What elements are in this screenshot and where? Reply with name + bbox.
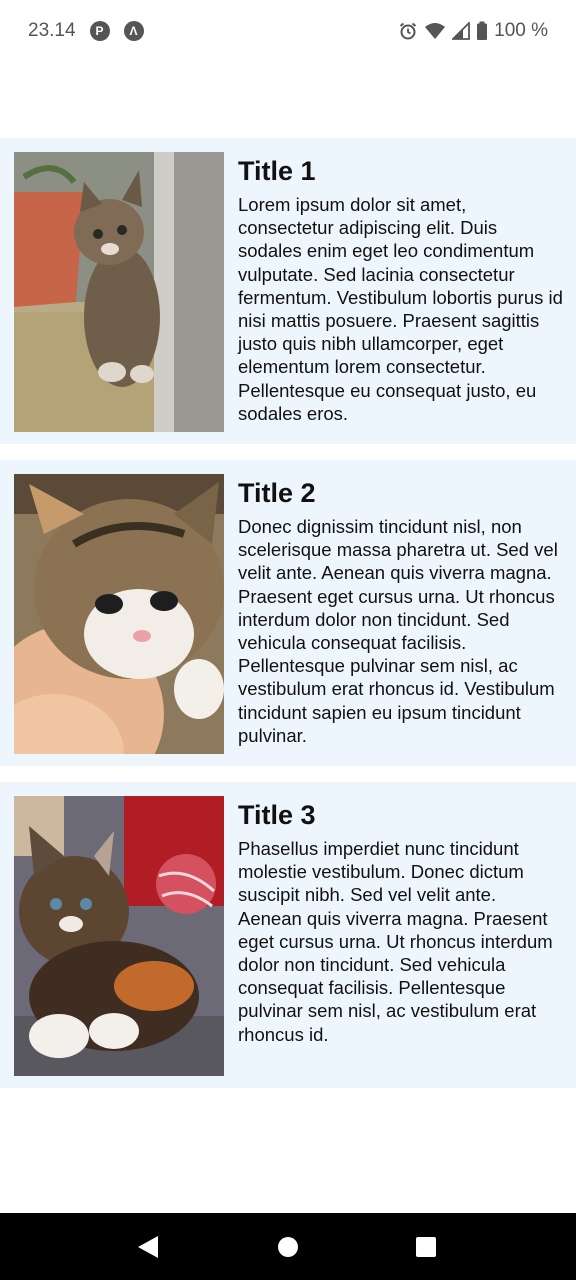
- kitten-photo: [14, 796, 224, 1076]
- battery-icon: [476, 21, 488, 41]
- kitten-photo: [14, 474, 224, 754]
- list-item[interactable]: Title 1 Lorem ipsum dolor sit amet, cons…: [0, 138, 576, 444]
- status-left: 23.14 P Λ: [28, 20, 144, 42]
- item-description: Donec dignissim tincidunt nisl, non scel…: [238, 516, 558, 746]
- item-title: Title 1: [238, 156, 316, 186]
- status-time: 23.14: [28, 20, 76, 41]
- a-app-icon: Λ: [123, 21, 144, 41]
- list-item[interactable]: Title 3 Phasellus imperdiet nunc tincidu…: [0, 782, 576, 1088]
- navigation-bar: [0, 1213, 576, 1280]
- battery-level: 100 %: [494, 20, 548, 41]
- home-icon[interactable]: [274, 1233, 302, 1261]
- list-item[interactable]: Title 2 Donec dignissim tincidunt nisl, …: [0, 460, 576, 766]
- wifi-icon: [424, 22, 446, 40]
- back-icon[interactable]: [134, 1233, 162, 1261]
- item-description: Phasellus imperdiet nunc tincidunt moles…: [238, 838, 553, 1045]
- item-description: Lorem ipsum dolor sit amet, consectetur …: [238, 194, 563, 424]
- p-app-icon: P: [89, 21, 110, 41]
- alarm-icon: [398, 21, 418, 41]
- item-title: Title 3: [238, 800, 316, 830]
- status-right: 100 %: [398, 20, 548, 42]
- kitten-photo: [14, 152, 224, 432]
- status-bar: 23.14 P Λ 100 %: [0, 0, 576, 62]
- item-title: Title 2: [238, 478, 316, 508]
- recents-icon[interactable]: [412, 1233, 440, 1261]
- signal-icon: [452, 22, 471, 40]
